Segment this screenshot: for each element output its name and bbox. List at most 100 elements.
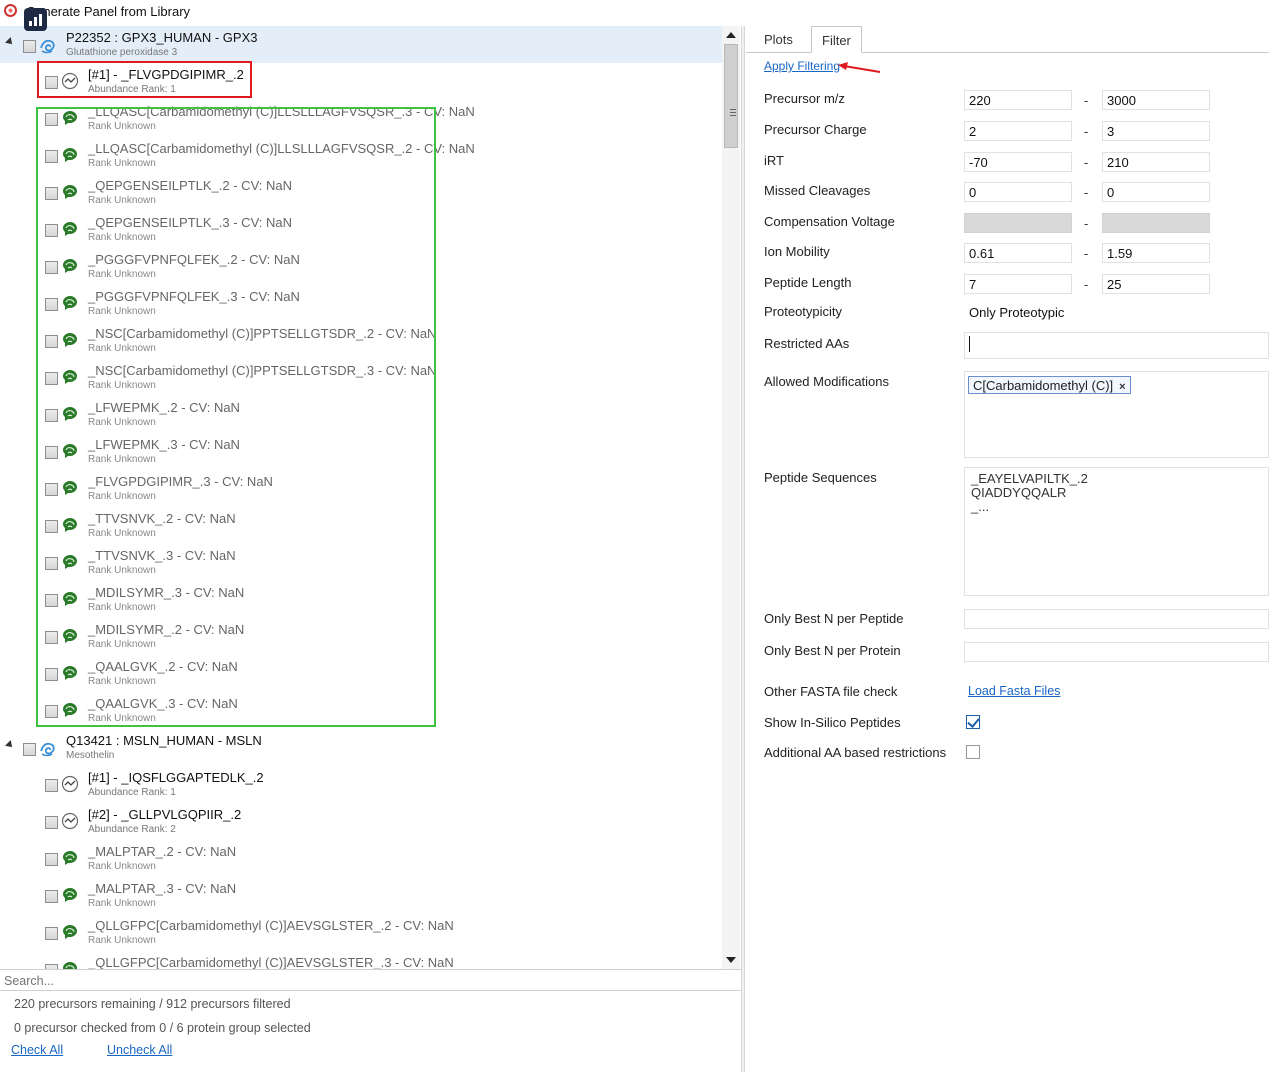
best-n-protein-label: Only Best N per Protein (764, 643, 901, 658)
check-all-link[interactable]: Check All (11, 1043, 63, 1057)
precursor-status: 220 precursors remaining / 912 precursor… (14, 997, 291, 1011)
restricted-aas-input[interactable] (964, 332, 1269, 359)
precursor-row[interactable]: _MALPTAR_.3 - CV: NaN Rank Unknown (0, 877, 722, 914)
range-label: Ion Mobility (764, 244, 830, 259)
protein-group-row[interactable]: Q13421 : MSLN_HUMAN - MSLN Mesothelin (0, 729, 722, 766)
range-min-input[interactable]: 220 (964, 90, 1072, 110)
expand-arrow-icon[interactable] (5, 740, 15, 750)
precursor-label: _QLLGFPC[Carbamidomethyl (C)]AEVSGLSTER_… (88, 955, 454, 969)
brain-icon (61, 886, 79, 904)
app-icon (4, 4, 17, 17)
precursor-checkbox[interactable] (45, 853, 58, 866)
modification-tag[interactable]: C[Carbamidomethyl (C)] × (968, 376, 1131, 394)
search-bar (0, 969, 741, 991)
best-n-protein-input[interactable] (964, 642, 1269, 662)
modification-tag-label: C[Carbamidomethyl (C)] (973, 378, 1114, 393)
protein-tree-panel: P22352 : GPX3_HUMAN - GPX3 Glutathione pe… (0, 26, 741, 1072)
fasta-check-label: Other FASTA file check (764, 684, 898, 699)
precursor-checkbox[interactable] (45, 927, 58, 940)
precursor-label: [#2] - _GLLPVLGQPIIR_.2 (88, 807, 242, 822)
protein-icon (39, 37, 57, 55)
highlight-box-green (36, 107, 436, 727)
uncheck-all-link[interactable]: Uncheck All (107, 1043, 172, 1057)
scroll-thumb[interactable] (724, 44, 738, 148)
tab-plots[interactable]: Plots (754, 26, 803, 53)
insilico-checkbox[interactable] (966, 715, 980, 729)
filter-panel: Plots Filter Apply Filtering Precursor m… (746, 26, 1269, 1072)
insilico-label: Show In-Silico Peptides (764, 715, 901, 730)
peptide-sequences-label: Peptide Sequences (764, 470, 877, 485)
range-max-input[interactable]: 1.59 (1102, 243, 1210, 263)
range-min-input[interactable]: 2 (964, 121, 1072, 141)
range-min-input[interactable]: 7 (964, 274, 1072, 294)
protein-accession: Q13421 : MSLN_HUMAN - MSLN (66, 733, 262, 748)
aa-restrictions-label: Additional AA based restrictions (764, 745, 947, 760)
allowed-modifications-label: Allowed Modifications (764, 374, 890, 389)
precursor-rank: Rank Unknown (88, 935, 156, 946)
range-label: Precursor m/z (764, 91, 845, 106)
range-min-input[interactable] (964, 213, 1072, 233)
precursor-label: _MALPTAR_.2 - CV: NaN (88, 844, 237, 859)
range-separator: - (1084, 93, 1089, 108)
precursor-label: [#1] - _IQSFLGGAPTEDLK_.2 (88, 770, 264, 785)
range-min-input[interactable]: 0.61 (964, 243, 1072, 263)
range-max-input[interactable]: 210 (1102, 152, 1210, 172)
brain-icon (61, 849, 79, 867)
protein-description: Glutathione peroxidase 3 (66, 47, 178, 58)
range-min-input[interactable]: -70 (964, 152, 1072, 172)
precursor-label: _QLLGFPC[Carbamidomethyl (C)]AEVSGLSTER_… (88, 918, 454, 933)
precursor-label: _MALPTAR_.3 - CV: NaN (88, 881, 237, 896)
expand-arrow-icon[interactable] (5, 37, 15, 47)
proteotypicity-label: Proteotypicity (764, 304, 843, 319)
range-label: iRT (764, 153, 784, 168)
range-max-input[interactable] (1102, 213, 1210, 233)
range-separator: - (1084, 155, 1089, 170)
precursor-checkbox[interactable] (45, 779, 58, 792)
range-separator: - (1084, 277, 1089, 292)
precursor-rank: Rank Unknown (88, 898, 156, 909)
precursor-checkbox[interactable] (45, 890, 58, 903)
aa-restrictions-checkbox[interactable] (966, 745, 980, 759)
range-max-input[interactable]: 3 (1102, 121, 1210, 141)
precursor-row[interactable]: _QLLGFPC[Carbamidomethyl (C)]AEVSGLSTER_… (0, 951, 722, 969)
highlight-box-red (37, 61, 252, 98)
panel-splitter[interactable] (741, 26, 745, 1072)
title-bar: Generate Panel from Library (0, 0, 1269, 24)
protein-checkbox[interactable] (23, 743, 36, 756)
tab-strip: Plots Filter (746, 26, 1269, 53)
protein-checkbox[interactable] (23, 40, 36, 53)
proteotypicity-select[interactable]: Only Proteotypic (964, 302, 1269, 322)
sequence-line: _EAYELVAPILTK_.2 (971, 471, 1088, 486)
search-input[interactable] (4, 972, 704, 989)
bar-chart-icon (24, 8, 47, 31)
protein-group-row[interactable]: P22352 : GPX3_HUMAN - GPX3 Glutathione pe… (0, 26, 722, 63)
precursor-row[interactable]: _QLLGFPC[Carbamidomethyl (C)]AEVSGLSTER_… (0, 914, 722, 951)
tree-scrollbar[interactable] (722, 26, 740, 969)
scroll-down-icon[interactable] (726, 957, 736, 963)
tab-filter[interactable]: Filter (811, 26, 862, 53)
peptide-sequences-input[interactable]: _EAYELVAPILTK_.2 QIADDYQQALR _... (964, 467, 1269, 596)
precursor-row[interactable]: _MALPTAR_.2 - CV: NaN Rank Unknown (0, 840, 722, 877)
best-n-peptide-label: Only Best N per Peptide (764, 611, 904, 626)
brain-icon (61, 923, 79, 941)
range-min-input[interactable]: 0 (964, 182, 1072, 202)
protein-icon (39, 740, 57, 758)
remove-tag-icon[interactable]: × (1119, 381, 1125, 393)
precursor-row[interactable]: [#1] - _IQSFLGGAPTEDLK_.2 Abundance Rank:… (0, 766, 722, 803)
protein-accession: P22352 : GPX3_HUMAN - GPX3 (66, 30, 258, 45)
range-max-input[interactable]: 0 (1102, 182, 1210, 202)
apply-filtering-link[interactable]: Apply Filtering (764, 59, 840, 73)
precursor-rank: Abundance Rank: 2 (88, 824, 176, 835)
scroll-up-icon[interactable] (726, 32, 736, 38)
range-max-input[interactable]: 3000 (1102, 90, 1210, 110)
ranked-peptide-icon (61, 775, 79, 793)
precursor-row[interactable]: [#2] - _GLLPVLGQPIIR_.2 Abundance Rank: 2 (0, 803, 722, 840)
range-max-input[interactable]: 25 (1102, 274, 1210, 294)
sequence-line: QIADDYQQALR (971, 485, 1067, 500)
best-n-peptide-input[interactable] (964, 609, 1269, 629)
window-title: Generate Panel from Library (26, 4, 191, 19)
load-fasta-link[interactable]: Load Fasta Files (968, 684, 1060, 698)
precursor-checkbox[interactable] (45, 816, 58, 829)
red-arrow-icon (838, 62, 881, 73)
precursor-rank: Abundance Rank: 1 (88, 787, 176, 798)
